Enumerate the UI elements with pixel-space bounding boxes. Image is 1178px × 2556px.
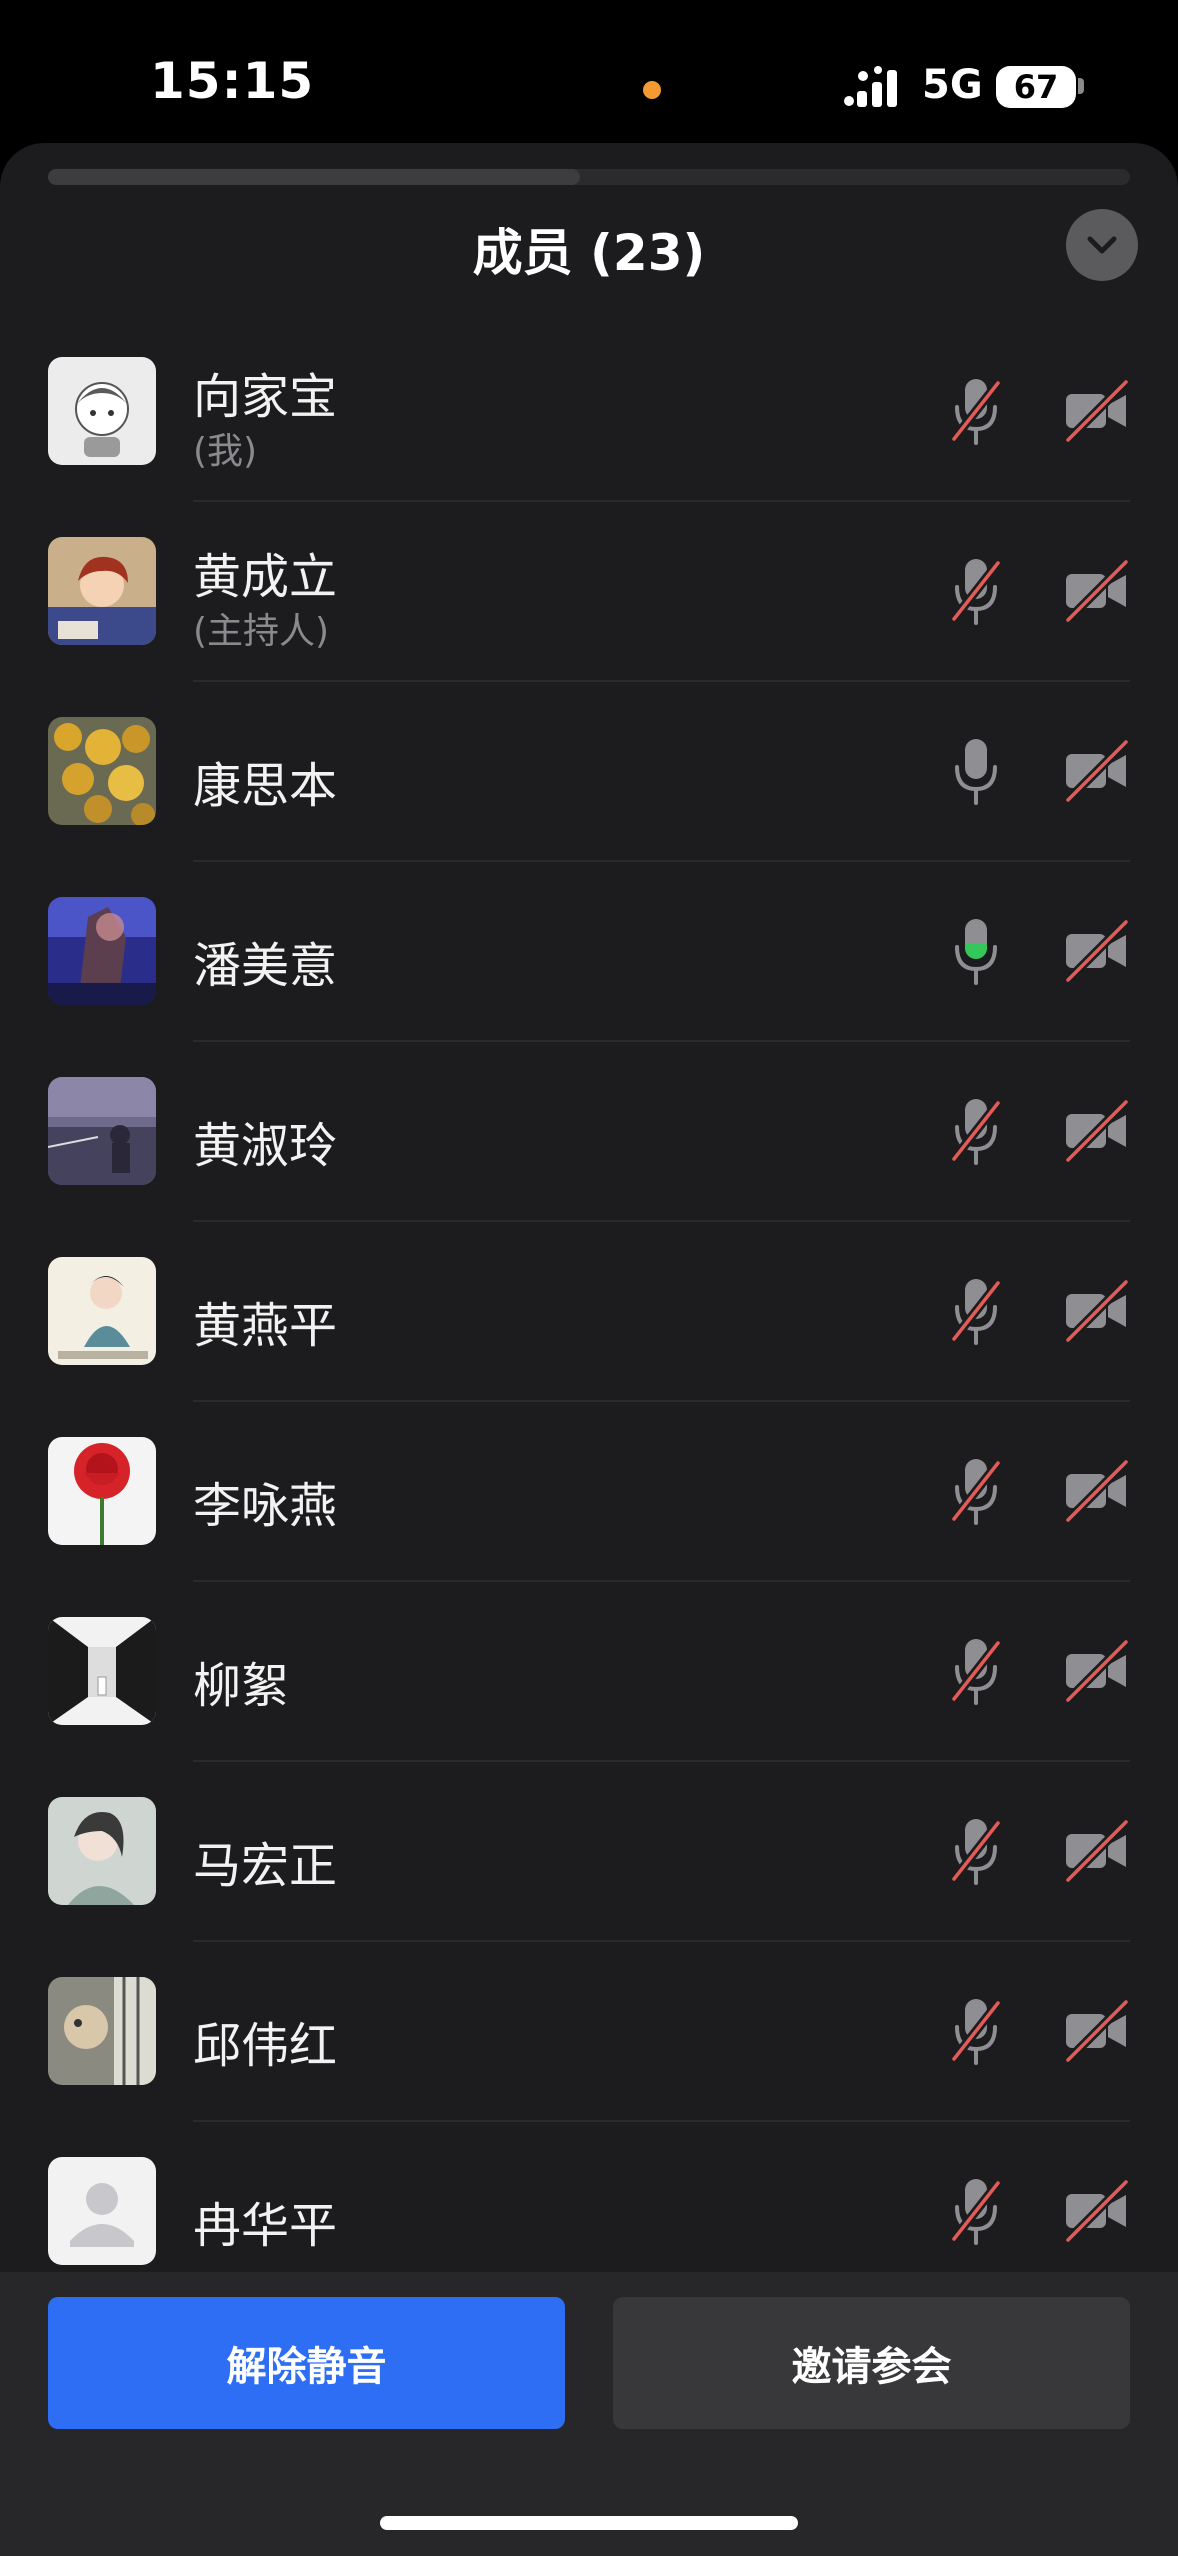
member-row[interactable]: 黄燕平: [0, 1222, 1178, 1402]
avatar: [48, 717, 156, 825]
member-row[interactable]: 黄成立 (主持人): [0, 502, 1178, 682]
scroll-track[interactable]: [48, 169, 1130, 185]
member-name: 黄成立: [193, 549, 338, 605]
avatar: [48, 1617, 156, 1725]
chevron-down-icon: [1087, 236, 1117, 254]
member-role: (我): [193, 431, 258, 472]
camera-off-icon[interactable]: [1064, 378, 1130, 444]
mic-muted-icon[interactable]: [950, 555, 1002, 627]
member-row[interactable]: 李咏燕: [0, 1402, 1178, 1582]
member-row[interactable]: 康思本: [0, 682, 1178, 862]
bottom-action-bar: 解除静音 邀请参会: [0, 2272, 1178, 2556]
member-name: 康思本: [193, 758, 338, 814]
network-type: 5G: [922, 62, 983, 108]
member-row[interactable]: 邱伟红: [0, 1942, 1178, 2122]
avatar: [48, 537, 156, 645]
invite-button[interactable]: 邀请参会: [613, 2297, 1130, 2429]
mic-speaking-icon[interactable]: [950, 915, 1002, 987]
member-list: 向家宝 (我) 黄成立 (主持人) 康思本 潘美意 黄淑玲 黄燕平 李咏燕 柳絮…: [0, 322, 1178, 2302]
member-row[interactable]: 潘美意: [0, 862, 1178, 1042]
member-row[interactable]: 向家宝 (我): [0, 322, 1178, 502]
member-row[interactable]: 柳絮: [0, 1582, 1178, 1762]
camera-off-icon[interactable]: [1064, 1638, 1130, 1704]
mic-muted-icon[interactable]: [950, 1455, 1002, 1527]
privacy-indicator-dot: [643, 81, 661, 99]
member-name: 李咏燕: [193, 1478, 338, 1534]
avatar: [48, 897, 156, 1005]
member-row[interactable]: 黄淑玲: [0, 1042, 1178, 1222]
unmute-button[interactable]: 解除静音: [48, 2297, 565, 2429]
mic-muted-icon[interactable]: [950, 1815, 1002, 1887]
member-name: 潘美意: [193, 938, 338, 994]
collapse-button[interactable]: [1066, 209, 1138, 281]
avatar: [48, 2157, 156, 2265]
member-name: 柳絮: [193, 1658, 290, 1714]
battery-cap: [1078, 78, 1084, 94]
mic-muted-icon[interactable]: [950, 1635, 1002, 1707]
avatar: [48, 1437, 156, 1545]
member-name: 向家宝: [193, 369, 338, 425]
camera-off-icon[interactable]: [1064, 558, 1130, 624]
camera-off-icon[interactable]: [1064, 1278, 1130, 1344]
mic-muted-icon[interactable]: [950, 1095, 1002, 1167]
camera-off-icon[interactable]: [1064, 1098, 1130, 1164]
camera-off-icon[interactable]: [1064, 738, 1130, 804]
mic-muted-icon[interactable]: [950, 375, 1002, 447]
battery-indicator: 67: [996, 66, 1076, 108]
home-indicator[interactable]: [380, 2516, 798, 2530]
member-name: 黄淑玲: [193, 1118, 338, 1174]
scroll-thumb[interactable]: [48, 169, 580, 185]
member-row[interactable]: 马宏正: [0, 1762, 1178, 1942]
camera-off-icon[interactable]: [1064, 918, 1130, 984]
member-role: (主持人): [193, 611, 330, 652]
camera-off-icon[interactable]: [1064, 1998, 1130, 2064]
mic-muted-icon[interactable]: [950, 2175, 1002, 2247]
members-title: 成员 (23): [472, 224, 706, 282]
avatar: [48, 357, 156, 465]
camera-off-icon[interactable]: [1064, 1818, 1130, 1884]
member-name: 邱伟红: [193, 2018, 338, 2074]
avatar: [48, 1797, 156, 1905]
mic-icon[interactable]: [950, 735, 1002, 807]
mic-muted-icon[interactable]: [950, 1275, 1002, 1347]
status-bar: 15:15 5G 67: [0, 0, 1178, 150]
status-time: 15:15: [150, 52, 315, 110]
camera-off-icon[interactable]: [1064, 1458, 1130, 1524]
cellular-signal-icon: [844, 66, 897, 107]
member-name: 黄燕平: [193, 1298, 338, 1354]
avatar: [48, 1977, 156, 2085]
avatar: [48, 1077, 156, 1185]
camera-off-icon[interactable]: [1064, 2178, 1130, 2244]
members-sheet: 成员 (23) 向家宝 (我) 黄成立 (主持人) 康思本 潘美意 黄淑玲 黄燕…: [0, 143, 1178, 2556]
mic-muted-icon[interactable]: [950, 1995, 1002, 2067]
avatar: [48, 1257, 156, 1365]
member-name: 冉华平: [193, 2198, 338, 2254]
member-name: 马宏正: [193, 1838, 338, 1894]
